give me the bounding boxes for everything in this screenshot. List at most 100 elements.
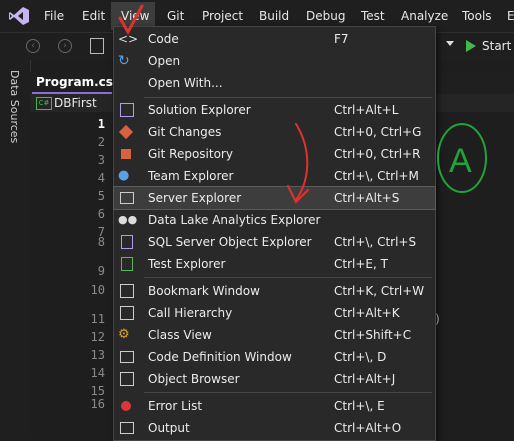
menu-item-label: Data Lake Analytics Explorer	[148, 213, 321, 227]
call-hierarchy-icon	[120, 306, 134, 320]
menu-item-label: Bookmark Window	[148, 284, 260, 298]
menu-item-shortcut: Ctrl+Shift+C	[334, 328, 412, 342]
menu-git[interactable]: Git	[167, 9, 184, 23]
back-icon[interactable]: ‹	[26, 39, 40, 53]
menu-item-label: Solution Explorer	[148, 103, 251, 117]
menu-item-open[interactable]: ↻ Open	[114, 50, 435, 72]
view-menu-dropdown: <> Code F7 ↻ Open Open With... Solution …	[113, 26, 436, 441]
menu-item-bookmark-window[interactable]: Bookmark Window Ctrl+K, Ctrl+W	[114, 280, 435, 302]
sql-server-icon	[121, 235, 133, 249]
line-number: 5	[97, 189, 105, 203]
open-icon: ↻	[118, 53, 130, 69]
menu-item-shortcut: Ctrl+Alt+J	[334, 372, 396, 386]
code-definition-icon	[120, 351, 134, 363]
server-explorer-icon	[120, 192, 134, 204]
menu-item-label: Error List	[148, 399, 203, 413]
menu-item-label: Open With...	[148, 76, 223, 90]
class-view-icon: ⚙	[118, 327, 130, 342]
menu-edit[interactable]: Edit	[82, 9, 105, 23]
error-list-icon	[121, 401, 131, 411]
menu-item-label: Team Explorer	[148, 169, 234, 183]
new-project-icon[interactable]	[90, 38, 104, 54]
tab-program-cs[interactable]: Program.cs	[32, 74, 113, 94]
line-number: 15	[90, 384, 105, 398]
line-number: 1	[97, 117, 105, 131]
menu-item-team-explorer[interactable]: ● Team Explorer Ctrl+\, Ctrl+M	[114, 165, 435, 187]
visual-studio-logo-icon	[9, 7, 29, 25]
menu-file[interactable]: File	[44, 9, 64, 23]
menu-project[interactable]: Project	[202, 9, 243, 23]
line-number: 8	[97, 235, 105, 249]
menu-test[interactable]: Test	[361, 9, 385, 23]
csharp-project-icon: C#	[36, 97, 52, 110]
output-icon	[120, 422, 134, 434]
dropdown-arrow-icon[interactable]	[446, 41, 454, 46]
line-number: 16	[90, 397, 105, 411]
object-browser-icon	[120, 372, 134, 386]
menu-item-label: Code Definition Window	[148, 350, 292, 364]
menu-item-label: Output	[148, 421, 190, 435]
menu-item-object-browser[interactable]: Object Browser Ctrl+Alt+J	[114, 368, 435, 390]
play-icon	[466, 40, 476, 52]
menu-item-code[interactable]: <> Code F7	[114, 28, 435, 50]
menu-separator	[144, 392, 432, 393]
menu-extensions[interactable]: E	[507, 9, 514, 23]
menu-item-label: Code	[148, 32, 179, 46]
line-number: 9	[97, 264, 105, 278]
line-number: 13	[90, 348, 105, 362]
menu-item-git-changes[interactable]: Git Changes Ctrl+0, Ctrl+G	[114, 121, 435, 143]
line-number: 2	[97, 135, 105, 149]
menu-debug[interactable]: Debug	[306, 9, 345, 23]
line-number: 3	[97, 153, 105, 167]
menu-item-label: Open	[148, 54, 181, 68]
menu-item-shortcut: Ctrl+Alt+K	[334, 306, 400, 320]
menu-item-shortcut: Ctrl+\, D	[334, 350, 387, 364]
menu-item-sql-server[interactable]: SQL Server Object Explorer Ctrl+\, Ctrl+…	[114, 231, 435, 253]
git-repository-icon	[121, 149, 131, 159]
menu-separator	[144, 97, 432, 98]
menu-item-call-hierarchy[interactable]: Call Hierarchy Ctrl+Alt+K	[114, 302, 435, 324]
menu-item-shortcut: Ctrl+Alt+O	[334, 421, 402, 435]
menu-item-solution-explorer[interactable]: Solution Explorer Ctrl+Alt+L	[114, 99, 435, 121]
menu-analyze[interactable]: Analyze	[401, 9, 448, 23]
data-sources-tab[interactable]: Data Sources	[8, 70, 21, 143]
data-lake-icon: ●●	[118, 213, 138, 226]
menu-view[interactable]: View	[121, 9, 149, 23]
git-changes-icon	[118, 124, 134, 140]
menu-item-label: Call Hierarchy	[148, 306, 233, 320]
menu-item-label: Git Repository	[148, 147, 233, 161]
team-explorer-icon: ●	[118, 168, 130, 183]
menu-item-shortcut: Ctrl+\, Ctrl+M	[334, 169, 419, 183]
solution-explorer-icon	[120, 103, 134, 117]
project-name[interactable]: DBFirst	[54, 96, 97, 110]
menu-item-test-explorer[interactable]: Test Explorer Ctrl+E, T	[114, 253, 435, 275]
bookmark-icon	[120, 284, 134, 298]
menu-build[interactable]: Build	[259, 9, 289, 23]
menu-item-label: SQL Server Object Explorer	[148, 235, 312, 249]
menu-item-server-explorer[interactable]: Server Explorer Ctrl+Alt+S	[113, 186, 436, 210]
menu-item-shortcut: Ctrl+Alt+S	[334, 191, 400, 205]
menu-item-open-with[interactable]: Open With...	[114, 72, 435, 94]
line-number: 4	[97, 171, 105, 185]
menu-item-label: Server Explorer	[148, 191, 242, 205]
line-number: 10	[90, 283, 105, 297]
menu-item-output[interactable]: Output Ctrl+Alt+O	[114, 417, 435, 439]
menu-item-shortcut: F7	[334, 32, 349, 46]
menu-item-code-definition[interactable]: Code Definition Window Ctrl+\, D	[114, 346, 435, 368]
menu-item-label: Class View	[148, 328, 212, 342]
line-number: 12	[90, 330, 105, 344]
menu-item-label: Test Explorer	[148, 257, 226, 271]
menu-tools[interactable]: Tools	[462, 9, 492, 23]
menu-item-data-lake[interactable]: ●● Data Lake Analytics Explorer	[114, 209, 435, 231]
menu-item-shortcut: Ctrl+\, Ctrl+S	[334, 235, 417, 249]
menu-separator	[144, 277, 432, 278]
menu-item-error-list[interactable]: Error List Ctrl+\, E	[114, 395, 435, 417]
menu-item-shortcut: Ctrl+E, T	[334, 257, 388, 271]
line-number: 14	[90, 366, 105, 380]
forward-icon[interactable]: ›	[58, 39, 72, 53]
menu-item-class-view[interactable]: ⚙ Class View Ctrl+Shift+C	[114, 324, 435, 346]
code-icon: <>	[118, 32, 139, 46]
menu-item-label: Git Changes	[148, 125, 222, 139]
menu-item-label: Object Browser	[148, 372, 240, 386]
menu-item-git-repository[interactable]: Git Repository Ctrl+0, Ctrl+R	[114, 143, 435, 165]
